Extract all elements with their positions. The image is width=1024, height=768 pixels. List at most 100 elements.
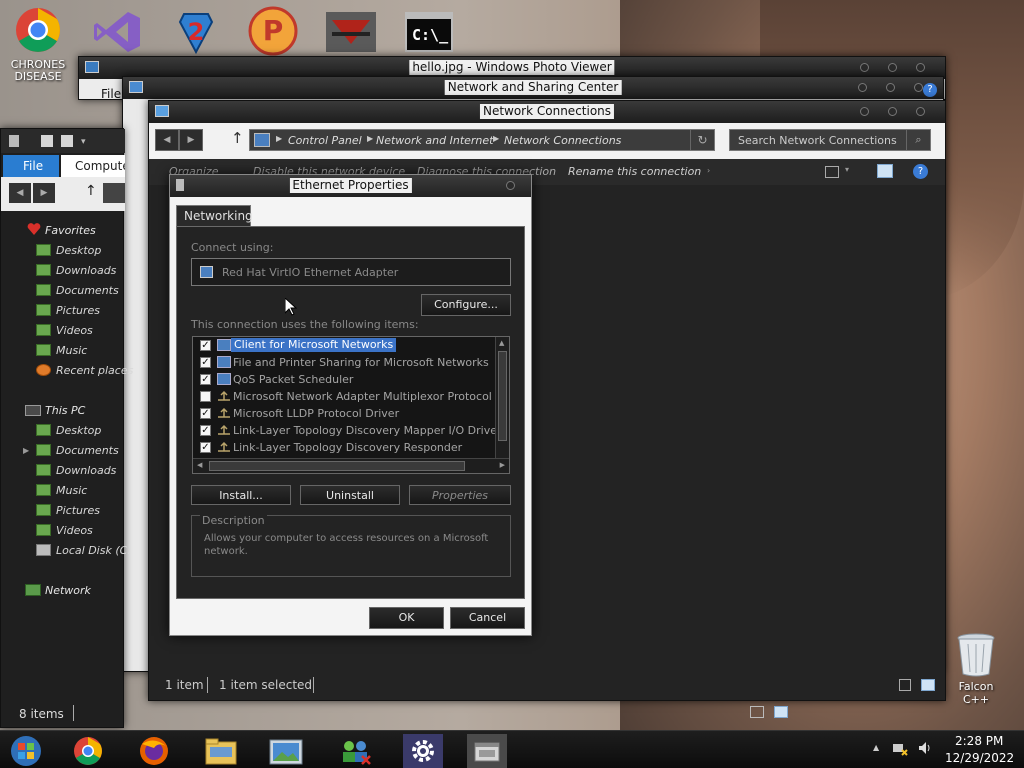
large-icons-view-icon[interactable] <box>921 679 935 691</box>
install-button[interactable]: Install... <box>191 485 291 505</box>
item-checkbox[interactable]: ✓ <box>200 408 211 419</box>
back-button[interactable]: ◀ <box>9 183 31 203</box>
this-pc-label[interactable]: This PC <box>45 404 85 417</box>
app-2-icon[interactable]: 2 <box>172 8 220 56</box>
breadcrumb-network-internet[interactable]: Network and Internet <box>376 134 494 147</box>
maximize-button[interactable] <box>888 107 897 116</box>
item-checkbox[interactable]: ✓ <box>200 340 211 351</box>
tab-networking[interactable]: Networking <box>176 205 253 227</box>
large-icons-view-icon[interactable] <box>774 706 788 718</box>
uninstall-button[interactable]: Uninstall <box>300 485 400 505</box>
photo-viewer-file-tab[interactable]: File <box>101 87 121 101</box>
nav-pc-documents[interactable]: Documents <box>36 444 119 457</box>
nav-favorites-documents[interactable]: Documents <box>36 284 119 297</box>
list-item[interactable]: ✓ QoS Packet Scheduler <box>193 371 498 388</box>
explorer-file-tab[interactable]: File <box>3 155 59 177</box>
item-checkbox[interactable] <box>200 391 211 402</box>
nav-pc-music[interactable]: Music <box>36 484 87 497</box>
preview-pane-icon[interactable] <box>877 164 893 178</box>
chevron-down-icon[interactable]: ▾ <box>845 165 849 174</box>
nav-pc-local-disk[interactable]: Local Disk (C: <box>36 544 131 557</box>
close-button[interactable] <box>506 181 515 190</box>
show-hidden-icons-icon[interactable]: ▲ <box>873 743 879 752</box>
scroll-right-arrow-icon[interactable]: ▶ <box>500 461 505 469</box>
clock-date[interactable]: 12/29/2022 <box>945 751 1014 765</box>
cmd-rename[interactable]: Rename this connection <box>568 165 701 178</box>
configure-button[interactable]: Configure... <box>421 294 511 316</box>
explorer-window[interactable]: ▾ File Computer ◀ ▶ ↑ Favorites Desktop … <box>0 128 133 728</box>
nav-favorites-recent[interactable]: Recent places <box>36 364 133 377</box>
desktop-icon-chrome[interactable]: CHRONES DISEASE <box>8 6 68 83</box>
components-list[interactable]: ✓ Client for Microsoft Networks ✓ File a… <box>192 336 510 474</box>
maximize-button[interactable] <box>886 83 895 92</box>
address-bar[interactable] <box>103 183 125 203</box>
nav-favorites-desktop[interactable]: Desktop <box>36 244 101 257</box>
refresh-icon[interactable]: ↻ <box>690 130 714 150</box>
list-item[interactable]: ✓ Link-Layer Topology Discovery Mapper I… <box>193 422 502 439</box>
clock-time[interactable]: 2:28 PM <box>955 734 1003 748</box>
forward-button[interactable]: ▶ <box>179 129 203 151</box>
taskbar-firefox[interactable] <box>134 734 174 768</box>
taskbar-chrome[interactable] <box>68 734 108 768</box>
horizontal-scroll-thumb[interactable] <box>209 461 465 471</box>
item-checkbox[interactable]: ✓ <box>200 425 211 436</box>
view-options-icon[interactable] <box>825 166 839 178</box>
search-input[interactable]: Search Network Connections ⌕ <box>729 129 931 151</box>
ethernet-properties-dialog[interactable]: Ethernet Properties Networking Connect u… <box>169 174 532 636</box>
nav-pc-pictures[interactable]: Pictures <box>36 504 100 517</box>
breadcrumb-control-panel[interactable]: Control Panel <box>288 134 362 147</box>
horizontal-scrollbar[interactable]: ◀ ▶ <box>193 458 509 473</box>
visual-studio-icon[interactable] <box>92 10 142 54</box>
help-icon[interactable]: ? <box>923 83 937 97</box>
nav-favorites-music[interactable]: Music <box>36 344 87 357</box>
close-button[interactable] <box>916 107 925 116</box>
details-view-icon[interactable] <box>750 706 764 718</box>
close-button[interactable] <box>914 83 923 92</box>
help-icon[interactable]: ? <box>913 164 928 179</box>
chevron-down-icon[interactable]: ▾ <box>81 137 86 147</box>
nav-pc-desktop[interactable]: Desktop <box>36 424 101 437</box>
maximize-button[interactable] <box>888 63 897 72</box>
taskbar-file-explorer[interactable] <box>201 734 241 768</box>
item-checkbox[interactable]: ✓ <box>200 374 211 385</box>
minimize-button[interactable] <box>860 107 869 116</box>
up-arrow-icon[interactable]: ↑ <box>85 183 97 199</box>
expand-arrow-icon[interactable]: ▶ <box>23 446 29 455</box>
favorites-label[interactable]: Favorites <box>45 224 96 237</box>
scroll-left-arrow-icon[interactable]: ◀ <box>197 461 202 469</box>
nav-favorites-pictures[interactable]: Pictures <box>36 304 100 317</box>
page-icon[interactable] <box>61 135 73 147</box>
breadcrumb-network-connections[interactable]: Network Connections <box>504 134 621 147</box>
list-item[interactable]: ✓ Link-Layer Topology Discovery Responde… <box>193 439 498 456</box>
nav-favorites-downloads[interactable]: Downloads <box>36 264 116 277</box>
network-tray-icon[interactable] <box>892 740 908 756</box>
taskbar-network-connections[interactable] <box>467 734 507 768</box>
chevron-right-icon[interactable]: › <box>707 166 710 175</box>
list-item[interactable]: ✓ File and Printer Sharing for Microsoft… <box>193 354 498 371</box>
ok-button[interactable]: OK <box>369 607 444 629</box>
dialog-titlebar[interactable]: Ethernet Properties <box>170 175 531 197</box>
app-p-icon[interactable]: P <box>248 6 298 56</box>
close-button[interactable] <box>916 63 925 72</box>
explorer-computer-tab[interactable]: Computer <box>61 155 125 177</box>
start-button[interactable] <box>6 734 46 768</box>
item-checkbox[interactable]: ✓ <box>200 357 211 368</box>
properties-icon[interactable] <box>9 135 19 147</box>
search-icon[interactable]: ⌕ <box>906 130 930 150</box>
nav-favorites-videos[interactable]: Videos <box>36 324 93 337</box>
back-button[interactable]: ◀ <box>155 129 179 151</box>
recycle-bin[interactable]: Falcon C++ <box>944 632 1008 706</box>
list-item[interactable]: ✓ Microsoft LLDP Protocol Driver <box>193 405 498 422</box>
network-label[interactable]: Network <box>45 584 91 597</box>
new-folder-icon[interactable] <box>41 135 53 147</box>
netconn-titlebar[interactable]: Network Connections <box>149 101 945 123</box>
vertical-scrollbar[interactable]: ▲ <box>495 337 509 458</box>
minimize-button[interactable] <box>858 83 867 92</box>
item-checkbox[interactable]: ✓ <box>200 442 211 453</box>
nav-pc-downloads[interactable]: Downloads <box>36 464 116 477</box>
vertical-scroll-thumb[interactable] <box>498 351 507 441</box>
taskbar-photo-viewer[interactable] <box>266 734 306 768</box>
scroll-up-arrow-icon[interactable]: ▲ <box>499 339 504 347</box>
sharing-center-titlebar[interactable]: Network and Sharing Center <box>123 77 943 99</box>
nav-pc-videos[interactable]: Videos <box>36 524 93 537</box>
